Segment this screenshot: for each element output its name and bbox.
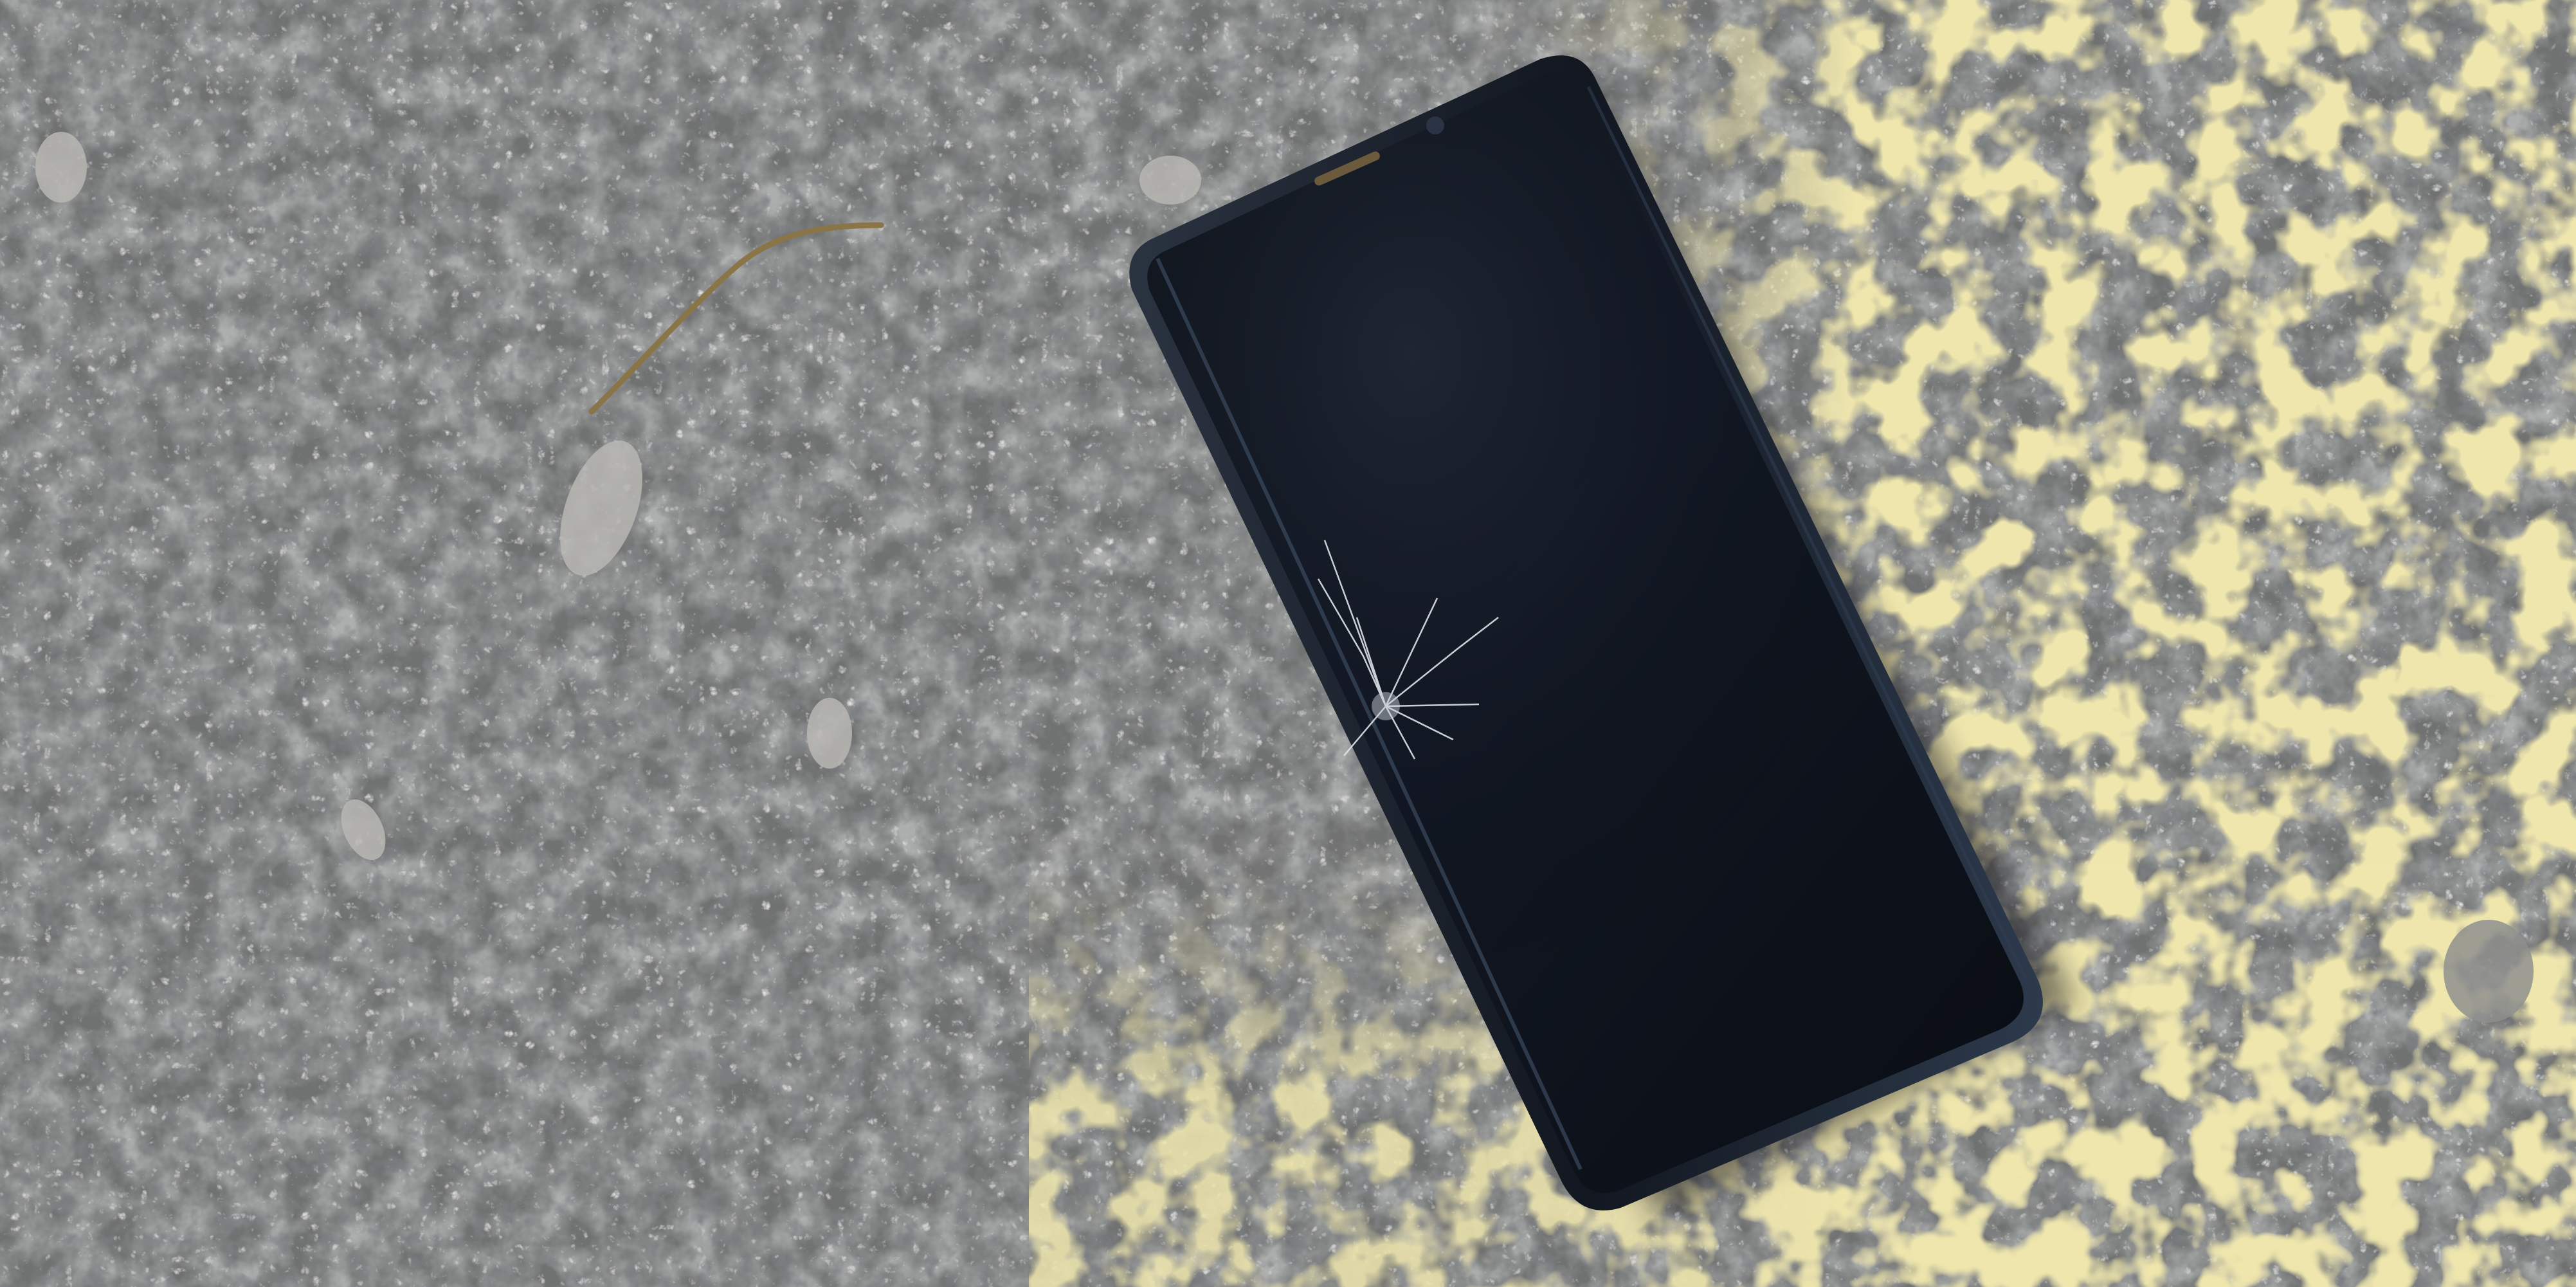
front-camera [1426, 116, 1444, 134]
photo-scene [0, 0, 2576, 1287]
